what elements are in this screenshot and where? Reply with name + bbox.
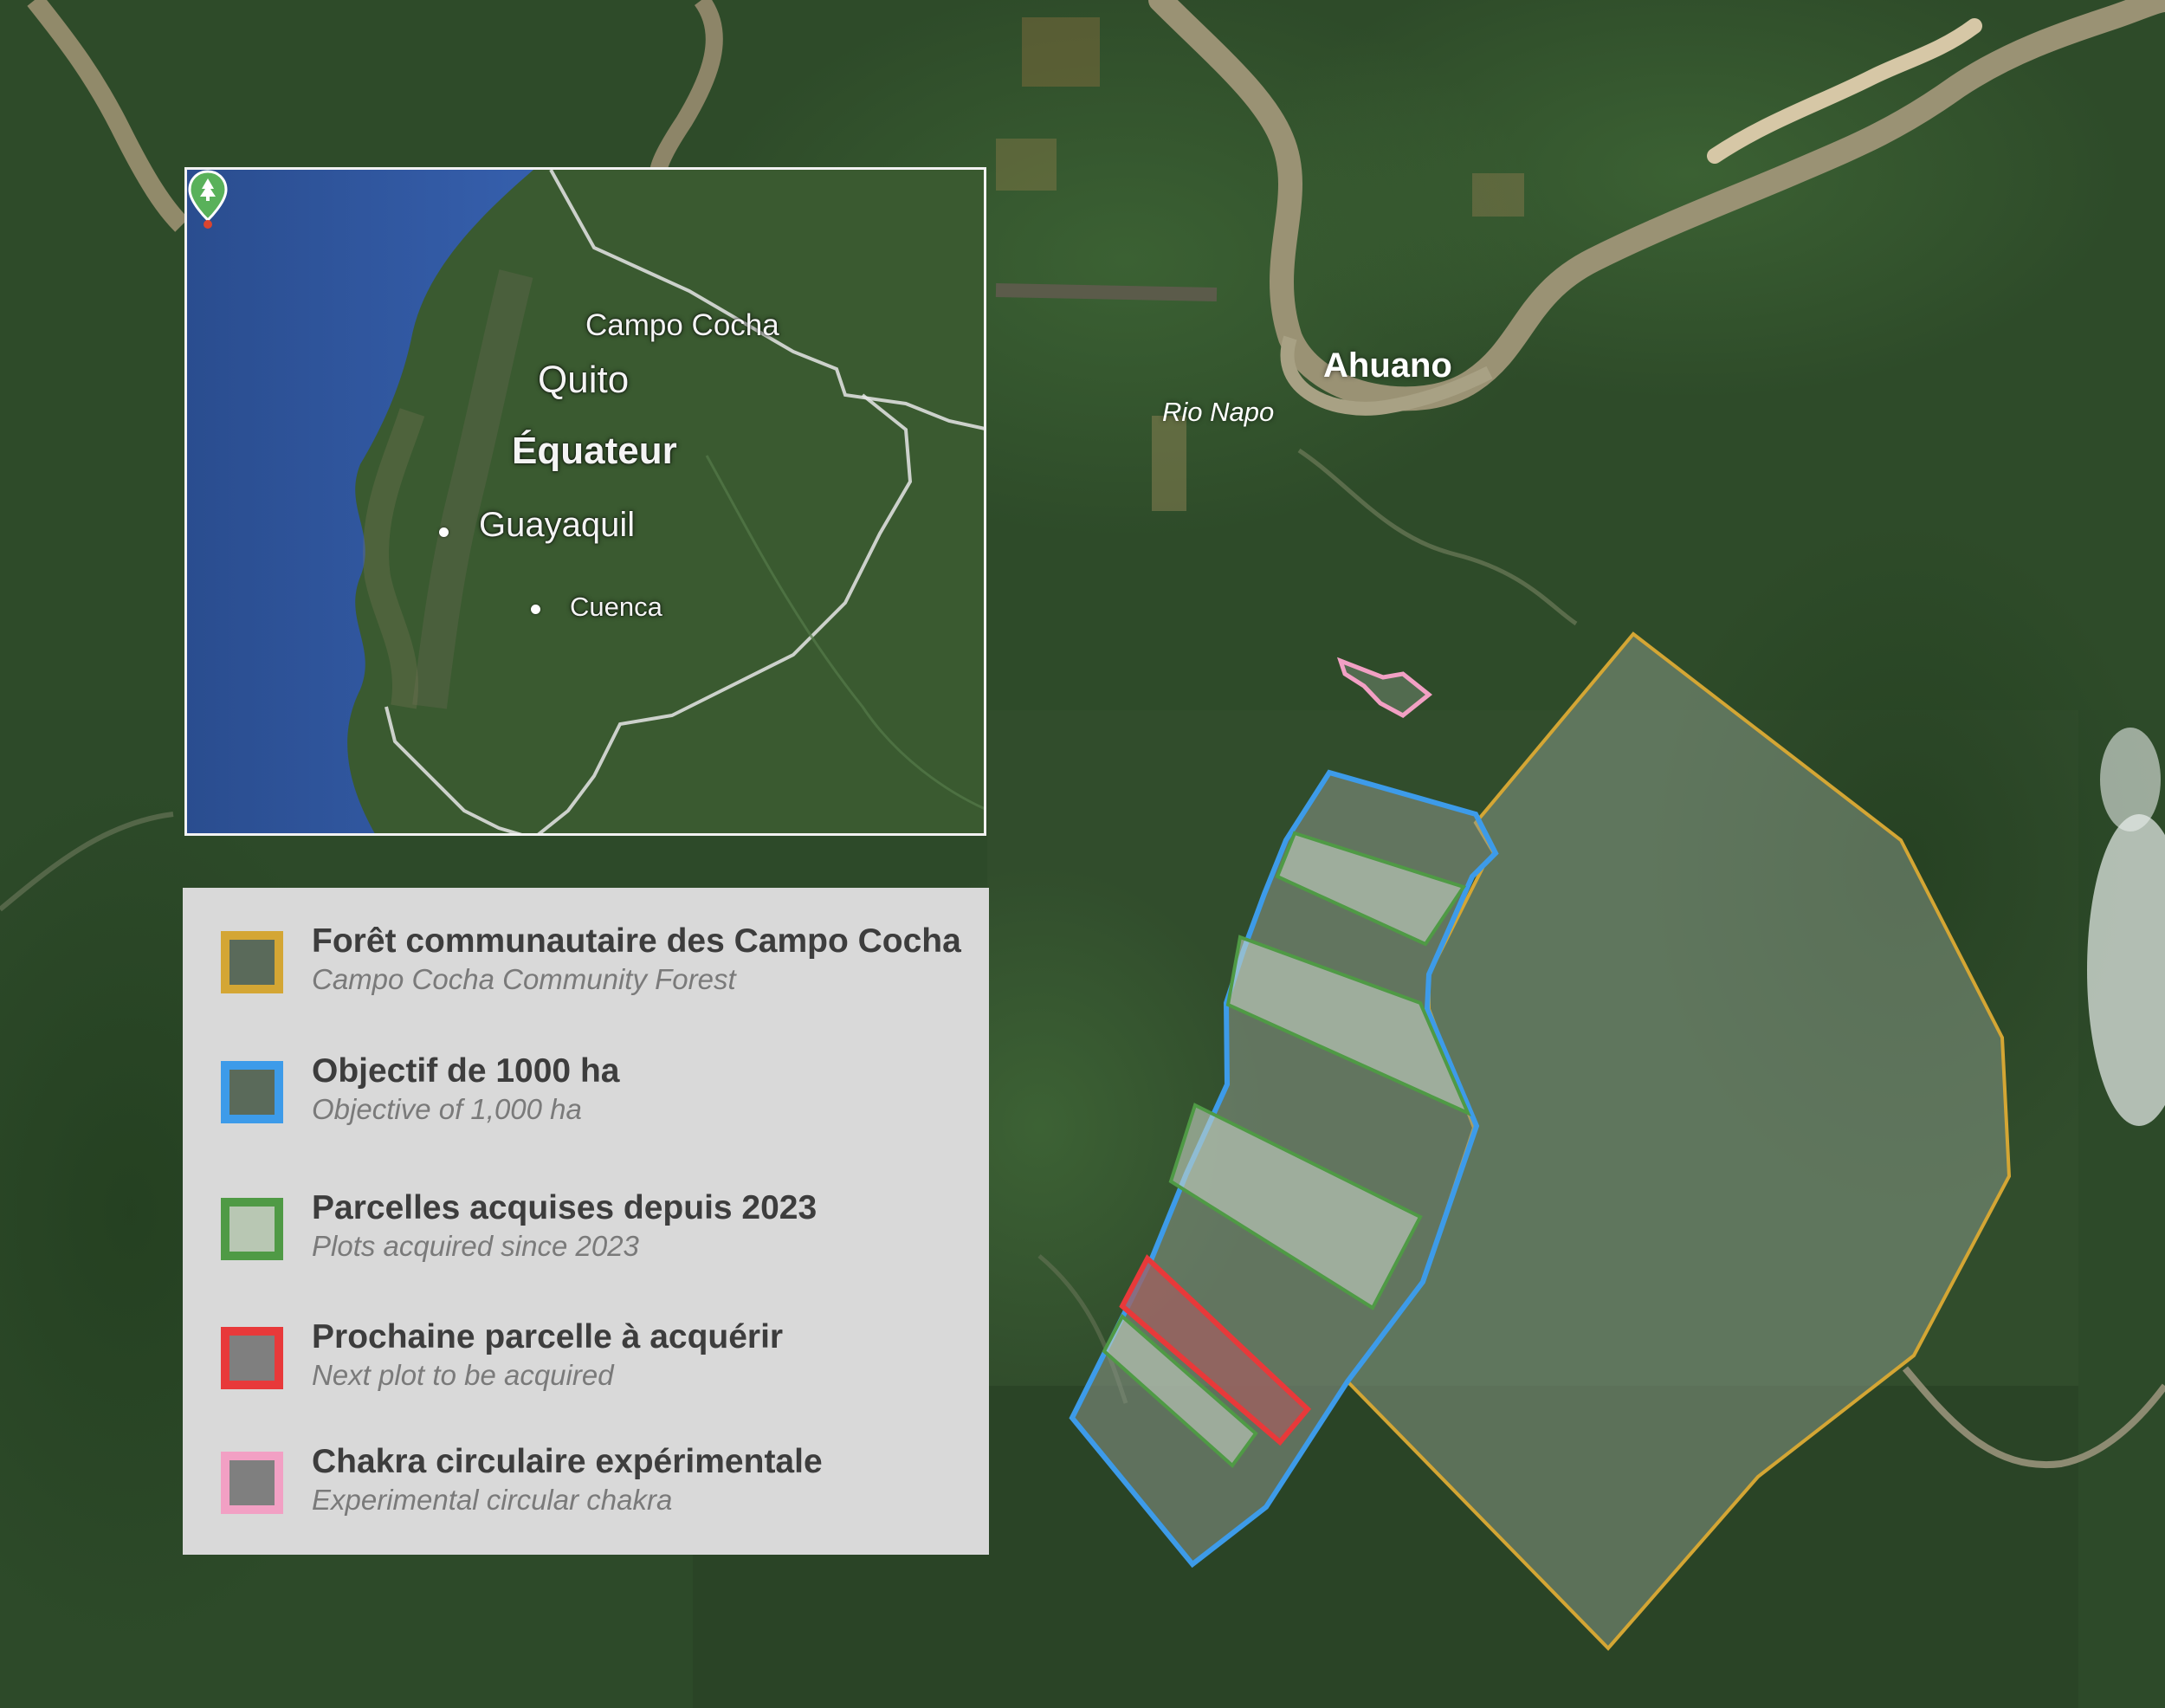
legend-item-acquired-plots: Parcelles acquises depuis 2023 Plots acq… (221, 1189, 966, 1284)
legend-subtitle: Next plot to be acquired (312, 1359, 614, 1391)
map-view[interactable]: Ahuano Rio Napo Campo Cocha Quito Équate… (0, 0, 2165, 1708)
legend-title: Prochaine parcelle à acquérir (312, 1318, 784, 1355)
inset-label-guayaquil: Guayaquil (479, 506, 636, 544)
inset-map-graphic (187, 170, 984, 833)
legend-item-next-plot: Prochaine parcelle à acquérir Next plot … (221, 1318, 966, 1414)
legend-subtitle: Objective of 1,000 ha (312, 1093, 582, 1125)
city-dot-guayaquil (439, 527, 449, 537)
legend-panel: Forêt communautaire des Campo Cocha Camp… (183, 888, 989, 1555)
legend-item-objective: Objectif de 1000 ha Objective of 1,000 h… (221, 1052, 966, 1148)
inset-label-country: Équateur (512, 430, 677, 472)
inset-label-cuenca: Cuenca (570, 592, 662, 622)
clearing (1472, 173, 1524, 217)
legend-title: Parcelles acquises depuis 2023 (312, 1189, 818, 1226)
clearing (996, 139, 1057, 191)
airstrip (995, 283, 1218, 301)
legend-swatch-yellow (221, 931, 283, 993)
legend-swatch-blue (221, 1061, 283, 1123)
clearing (1152, 416, 1186, 511)
legend-item-chakra: Chakra circulaire expérimentale Experime… (221, 1443, 966, 1538)
inset-label-campo-cocha: Campo Cocha (585, 308, 779, 342)
legend-subtitle: Experimental circular chakra (312, 1484, 673, 1516)
inset-locator-map[interactable]: Campo Cocha Quito Équateur Guayaquil Cue… (184, 167, 986, 836)
legend-title: Objectif de 1000 ha (312, 1052, 620, 1090)
inset-land (347, 170, 984, 833)
legend-subtitle: Plots acquired since 2023 (312, 1230, 639, 1262)
legend-title: Forêt communautaire des Campo Cocha (312, 922, 961, 960)
map-pin-tree-icon[interactable] (187, 170, 229, 230)
city-dot-cuenca (531, 605, 540, 614)
inset-label-quito: Quito (538, 359, 630, 401)
legend-swatch-green (221, 1198, 283, 1260)
legend-swatch-pink (221, 1452, 283, 1514)
legend-item-community-forest: Forêt communautaire des Campo Cocha Camp… (221, 922, 966, 1018)
legend-swatch-red (221, 1327, 283, 1389)
legend-title: Chakra circulaire expérimentale (312, 1443, 823, 1480)
clearing (1022, 17, 1100, 87)
legend-subtitle: Campo Cocha Community Forest (312, 963, 736, 995)
place-label-ahuano: Ahuano (1323, 346, 1452, 385)
cloud (2100, 728, 2161, 831)
river-label-rio-napo: Rio Napo (1162, 397, 1275, 427)
